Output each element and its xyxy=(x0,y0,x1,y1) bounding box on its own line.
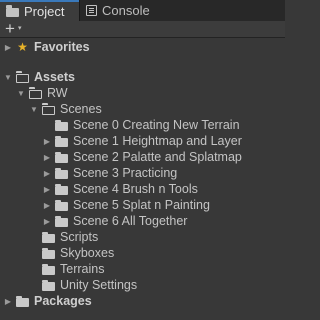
folder-icon xyxy=(55,119,68,131)
tree-item-scene[interactable]: ▶ Scene 5 Splat n Painting xyxy=(0,197,320,213)
create-button[interactable]: + ▾ xyxy=(5,19,22,38)
folder-icon xyxy=(55,135,68,147)
tree-item-label: Scene 1 Heightmap and Layer xyxy=(73,134,242,148)
collapse-arrow-icon[interactable]: ▼ xyxy=(29,105,39,114)
tree-item-label: Scene 0 Creating New Terrain xyxy=(73,118,240,132)
tree-item-label: Scene 4 Brush n Tools xyxy=(73,182,198,196)
tab-bar: Project Console xyxy=(0,0,285,21)
expand-arrow-icon[interactable]: ▶ xyxy=(42,137,52,146)
tab-console[interactable]: Console xyxy=(79,0,161,21)
tree-item-folder[interactable]: ▶ Terrains xyxy=(0,261,314,277)
tree-item-scene[interactable]: ▶ Scene 0 Creating New Terrain xyxy=(0,117,320,133)
tab-console-label: Console xyxy=(102,3,150,18)
tree-item-label: Favorites xyxy=(34,40,90,54)
tree-item-label: RW xyxy=(47,86,68,100)
expand-arrow-icon[interactable]: ▶ xyxy=(42,185,52,194)
tree-item-favorites[interactable]: ▶ ★ Favorites xyxy=(0,39,288,55)
tree-item-label: Scenes xyxy=(60,102,102,116)
plus-icon: + xyxy=(5,19,15,38)
tree-item-folder[interactable]: ▶ Unity Settings xyxy=(0,277,314,293)
folder-icon xyxy=(42,247,55,259)
tree-item-folder[interactable]: ▶ Skyboxes xyxy=(0,245,314,261)
expand-arrow-icon[interactable]: ▶ xyxy=(3,297,13,306)
folder-open-icon xyxy=(41,103,55,115)
tree-item-label: Scene 3 Practicing xyxy=(73,166,178,180)
star-icon: ★ xyxy=(17,40,28,54)
tree-item-scene[interactable]: ▶ Scene 1 Heightmap and Layer xyxy=(0,133,320,149)
folder-icon xyxy=(55,167,68,179)
tree-item-rw[interactable]: ▼ RW xyxy=(0,85,301,101)
folder-icon xyxy=(55,151,68,163)
folder-icon xyxy=(16,295,29,307)
tree-item-label: Unity Settings xyxy=(60,278,138,292)
collapse-arrow-icon[interactable]: ▼ xyxy=(16,89,26,98)
tree-item-label: Assets xyxy=(34,70,75,84)
tree-item-label: Scene 2 Palatte and Splatmap xyxy=(73,150,242,164)
tree-item-label: Scripts xyxy=(60,230,99,244)
folder-open-icon xyxy=(15,71,29,83)
folder-icon xyxy=(55,183,68,195)
tree-item-label: Skyboxes xyxy=(60,246,115,260)
folder-icon xyxy=(42,279,55,291)
folder-icon xyxy=(42,231,55,243)
collapse-arrow-icon[interactable]: ▼ xyxy=(3,73,13,82)
folder-icon xyxy=(42,263,55,275)
tab-project-label: Project xyxy=(24,4,65,19)
expand-arrow-icon[interactable]: ▶ xyxy=(42,169,52,178)
project-toolbar: + ▾ xyxy=(0,19,285,38)
expand-arrow-icon[interactable]: ▶ xyxy=(3,43,13,52)
tree-item-label: Scene 6 All Together xyxy=(73,214,188,228)
console-icon xyxy=(86,5,97,16)
tree-item-scene[interactable]: ▶ Scene 2 Palatte and Splatmap xyxy=(0,149,320,165)
tree-item-label: Terrains xyxy=(60,262,105,276)
tree-item-packages[interactable]: ▶ Packages xyxy=(0,293,288,309)
folder-open-icon xyxy=(28,87,42,99)
expand-arrow-icon[interactable]: ▶ xyxy=(42,153,52,162)
expand-arrow-icon[interactable]: ▶ xyxy=(42,217,52,226)
expand-arrow-icon[interactable]: ▶ xyxy=(42,201,52,210)
tree-item-label: Packages xyxy=(34,294,92,308)
tab-project[interactable]: Project xyxy=(0,0,79,21)
chevron-down-icon: ▾ xyxy=(17,25,22,32)
folder-icon xyxy=(6,5,19,17)
folder-icon xyxy=(55,215,68,227)
tree-item-label: Scene 5 Splat n Painting xyxy=(73,198,210,212)
tree-item-scene[interactable]: ▶ Scene 4 Brush n Tools xyxy=(0,181,320,197)
tree-item-folder[interactable]: ▶ Scripts xyxy=(0,229,314,245)
folder-icon xyxy=(55,199,68,211)
tree-item-assets[interactable]: ▼ Assets xyxy=(0,69,288,85)
tree-item-scene[interactable]: ▶ Scene 3 Practicing xyxy=(0,165,320,181)
tree-item-scene[interactable]: ▶ Scene 6 All Together xyxy=(0,213,320,229)
tree-item-scenes[interactable]: ▼ Scenes xyxy=(0,101,314,117)
